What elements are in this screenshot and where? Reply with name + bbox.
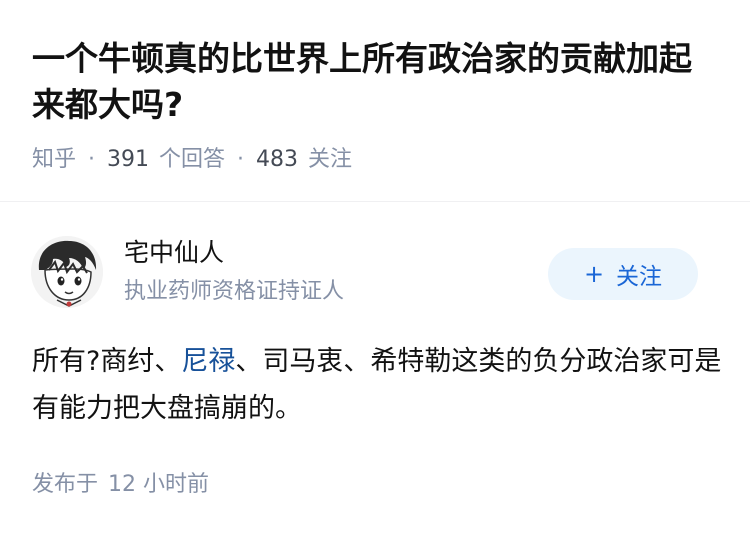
nero-link[interactable]: 尼禄 [181,346,235,377]
answer-card: 宅中仙人 执业药师资格证持证人 + 关注 所有?商纣、尼禄、司马衷、希特勒这类的负… [0,202,750,538]
answer-count: 391 [107,147,150,172]
source-label[interactable]: 知乎 [32,147,76,172]
question-meta: 知乎 · 391 个回答 · 483 关注 [32,145,352,175]
follow-button[interactable]: + 关注 [548,248,698,300]
question-header: 一个牛顿真的比世界上所有政治家的贡献加起来都大吗? 知乎 · 391 个回答 · 483 关… [0,0,750,202]
meta-separator: · [237,147,245,172]
author-name[interactable]: 宅中仙人 [124,236,224,270]
publish-time: 发布于 12 小时前 [32,470,209,500]
follower-count: 483 [256,147,299,172]
cartoon-avatar-icon [31,236,103,308]
follow-button-label: 关注 [616,264,663,290]
answer-content[interactable]: 所有?商纣、尼禄、司马衷、希特勒这类的负分政治家可是有能力把大盘搞崩的。 [32,338,722,432]
answer-count-label: 个回答 [159,147,226,172]
plus-icon: + [583,260,605,288]
answer-text: 所有?商纣、 [32,346,182,377]
meta-separator: · [88,147,96,172]
question-title[interactable]: 一个牛顿真的比世界上所有政治家的贡献加起来都大吗? [32,36,722,128]
follower-count-label: 关注 [308,147,353,172]
author-avatar[interactable] [31,236,103,308]
author-bio: 执业药师资格证持证人 [124,279,345,304]
publish-time-value: 12 小时前 [108,472,210,497]
publish-label: 发布于 [32,472,99,497]
